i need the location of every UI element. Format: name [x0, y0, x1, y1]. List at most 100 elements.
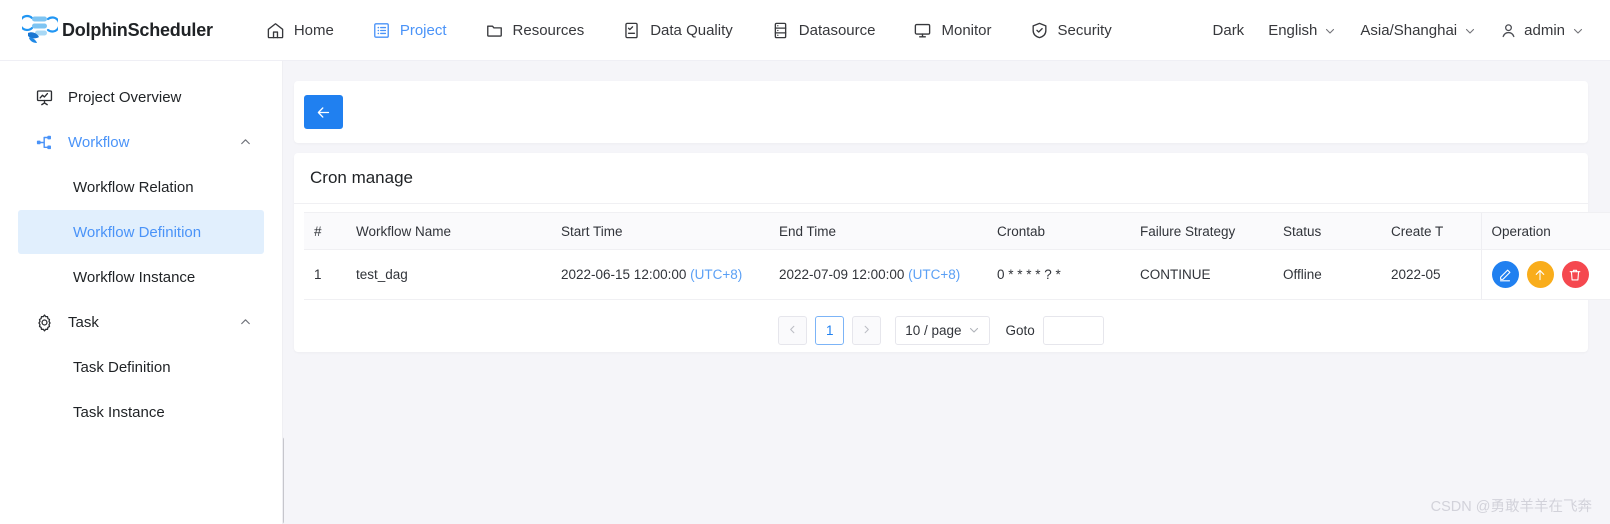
cell-crontab: 0 * * * * ? * — [987, 250, 1130, 300]
page-title: Cron manage — [294, 153, 1588, 204]
column-header-failure-strategy[interactable]: Failure Strategy — [1130, 213, 1273, 250]
app-root: DolphinScheduler Home — [0, 0, 1610, 524]
page-size-label: 10 / page — [905, 323, 961, 338]
sidebar-item-task-definition-label: Task Definition — [73, 359, 171, 376]
sidebar-item-task-instance-label: Task Instance — [73, 404, 165, 421]
column-header-index[interactable]: # — [304, 213, 346, 250]
brand-name: DolphinScheduler — [62, 20, 213, 41]
top-nav-right-controls: Dark English Asia/Shanghai — [1201, 0, 1596, 60]
operation-buttons — [1492, 261, 1610, 288]
sidebar-item-task-label: Task — [68, 314, 99, 331]
cell-index: 1 — [304, 250, 346, 300]
nav-item-datasource[interactable]: Datasource — [752, 0, 895, 60]
sidebar-item-task-instance[interactable]: Task Instance — [18, 390, 264, 434]
cron-manage-card: Cron manage # Workflow Name Start Time E… — [294, 153, 1588, 352]
start-time-value: 2022-06-15 12:00:00 — [561, 267, 686, 282]
chevron-up-icon[interactable] — [239, 136, 252, 149]
sidebar-item-workflow-label: Workflow — [68, 134, 129, 151]
chevron-down-icon — [1572, 24, 1584, 36]
column-header-start-time[interactable]: Start Time — [551, 213, 769, 250]
online-button[interactable] — [1527, 261, 1554, 288]
nav-item-project-label: Project — [400, 22, 447, 39]
sidebar-item-workflow[interactable]: Workflow — [18, 120, 264, 164]
sidebar-item-workflow-instance-label: Workflow Instance — [73, 269, 195, 286]
chevron-left-icon — [787, 323, 798, 338]
database-icon — [771, 21, 790, 40]
pencil-icon — [1498, 268, 1512, 282]
nav-item-resources-label: Resources — [513, 22, 585, 39]
column-header-create-time[interactable]: Create T — [1381, 213, 1481, 250]
user-icon — [1500, 22, 1517, 39]
arrow-up-icon — [1533, 268, 1547, 282]
edit-button[interactable] — [1492, 261, 1519, 288]
cell-workflow-name: test_dag — [346, 250, 551, 300]
theme-toggle[interactable]: Dark — [1201, 0, 1257, 60]
column-header-operation[interactable]: Operation — [1481, 213, 1610, 250]
goto-label: Goto — [1006, 323, 1035, 338]
cell-status: Offline — [1273, 250, 1381, 300]
shield-check-icon — [1030, 21, 1049, 40]
nav-item-project[interactable]: Project — [353, 0, 466, 60]
top-navigation-bar: DolphinScheduler Home — [0, 0, 1610, 61]
nav-item-monitor[interactable]: Monitor — [894, 0, 1010, 60]
cell-operation — [1481, 250, 1610, 300]
cell-end-time: 2022-07-09 12:00:00 (UTC+8) — [769, 250, 987, 300]
sidebar-item-task-definition[interactable]: Task Definition — [18, 345, 264, 389]
timezone-selector[interactable]: Asia/Shanghai — [1348, 0, 1488, 60]
sidebar-item-workflow-definition[interactable]: Workflow Definition — [18, 210, 264, 254]
cell-create-time: 2022-05 — [1381, 250, 1481, 300]
pagination-prev-button[interactable] — [778, 316, 807, 345]
sidebar-item-task[interactable]: Task — [18, 300, 264, 344]
dolphin-logo-icon — [22, 13, 58, 47]
sidebar-item-project-overview[interactable]: Project Overview — [18, 75, 264, 119]
column-header-workflow-name[interactable]: Workflow Name — [346, 213, 551, 250]
brand[interactable]: DolphinScheduler — [22, 13, 213, 47]
nav-item-resources[interactable]: Resources — [466, 0, 604, 60]
pagination-page-1[interactable]: 1 — [815, 316, 844, 345]
column-header-crontab[interactable]: Crontab — [987, 213, 1130, 250]
nav-item-security[interactable]: Security — [1011, 0, 1131, 60]
column-header-status[interactable]: Status — [1273, 213, 1381, 250]
column-header-end-time[interactable]: End Time — [769, 213, 987, 250]
checklist-icon — [622, 21, 641, 40]
pagination-next-button[interactable] — [852, 316, 881, 345]
language-selector-label: English — [1268, 22, 1317, 39]
end-time-value: 2022-07-09 12:00:00 — [779, 267, 904, 282]
table-header-row: # Workflow Name Start Time End Time Cron… — [304, 213, 1610, 250]
nav-item-home[interactable]: Home — [247, 0, 353, 60]
nav-item-data-quality[interactable]: Data Quality — [603, 0, 752, 60]
cell-failure-strategy: CONTINUE — [1130, 250, 1273, 300]
nav-item-data-quality-label: Data Quality — [650, 22, 733, 39]
sidebar-item-workflow-instance[interactable]: Workflow Instance — [18, 255, 264, 299]
chevron-up-icon[interactable] — [239, 316, 252, 329]
sidebar-item-workflow-relation[interactable]: Workflow Relation — [18, 165, 264, 209]
arrow-left-icon — [315, 104, 332, 121]
page-size-select[interactable]: 10 / page — [895, 316, 989, 345]
pagination: 1 10 / page Goto — [294, 300, 1588, 360]
nav-item-home-label: Home — [294, 22, 334, 39]
table-row[interactable]: 1 test_dag 2022-06-15 12:00:00 (UTC+8) 2… — [304, 250, 1610, 300]
cron-table: # Workflow Name Start Time End Time Cron… — [304, 212, 1610, 300]
back-button[interactable] — [304, 95, 343, 129]
theme-toggle-label: Dark — [1213, 22, 1245, 39]
delete-button[interactable] — [1562, 261, 1589, 288]
cron-table-wrapper: # Workflow Name Start Time End Time Cron… — [294, 204, 1588, 300]
timezone-selector-label: Asia/Shanghai — [1360, 22, 1457, 39]
start-time-timezone: (UTC+8) — [690, 267, 742, 282]
language-selector[interactable]: English — [1256, 0, 1348, 60]
watermark: CSDN @勇敢羊羊在飞奔 — [1431, 495, 1592, 516]
toolbar-card — [294, 81, 1588, 143]
sidebar-item-workflow-definition-label: Workflow Definition — [73, 224, 201, 241]
sidebar-item-workflow-relation-label: Workflow Relation — [73, 179, 194, 196]
trash-icon — [1568, 268, 1582, 282]
home-icon — [266, 21, 285, 40]
goto-input[interactable] — [1043, 316, 1104, 345]
overview-board-icon — [35, 88, 54, 107]
user-menu[interactable]: admin — [1488, 0, 1596, 60]
table-body: 1 test_dag 2022-06-15 12:00:00 (UTC+8) 2… — [304, 250, 1610, 300]
chevron-down-icon — [968, 324, 980, 336]
nav-item-datasource-label: Datasource — [799, 22, 876, 39]
cell-start-time: 2022-06-15 12:00:00 (UTC+8) — [551, 250, 769, 300]
main-content: Cron manage # Workflow Name Start Time E… — [284, 61, 1610, 524]
project-board-icon — [372, 21, 391, 40]
